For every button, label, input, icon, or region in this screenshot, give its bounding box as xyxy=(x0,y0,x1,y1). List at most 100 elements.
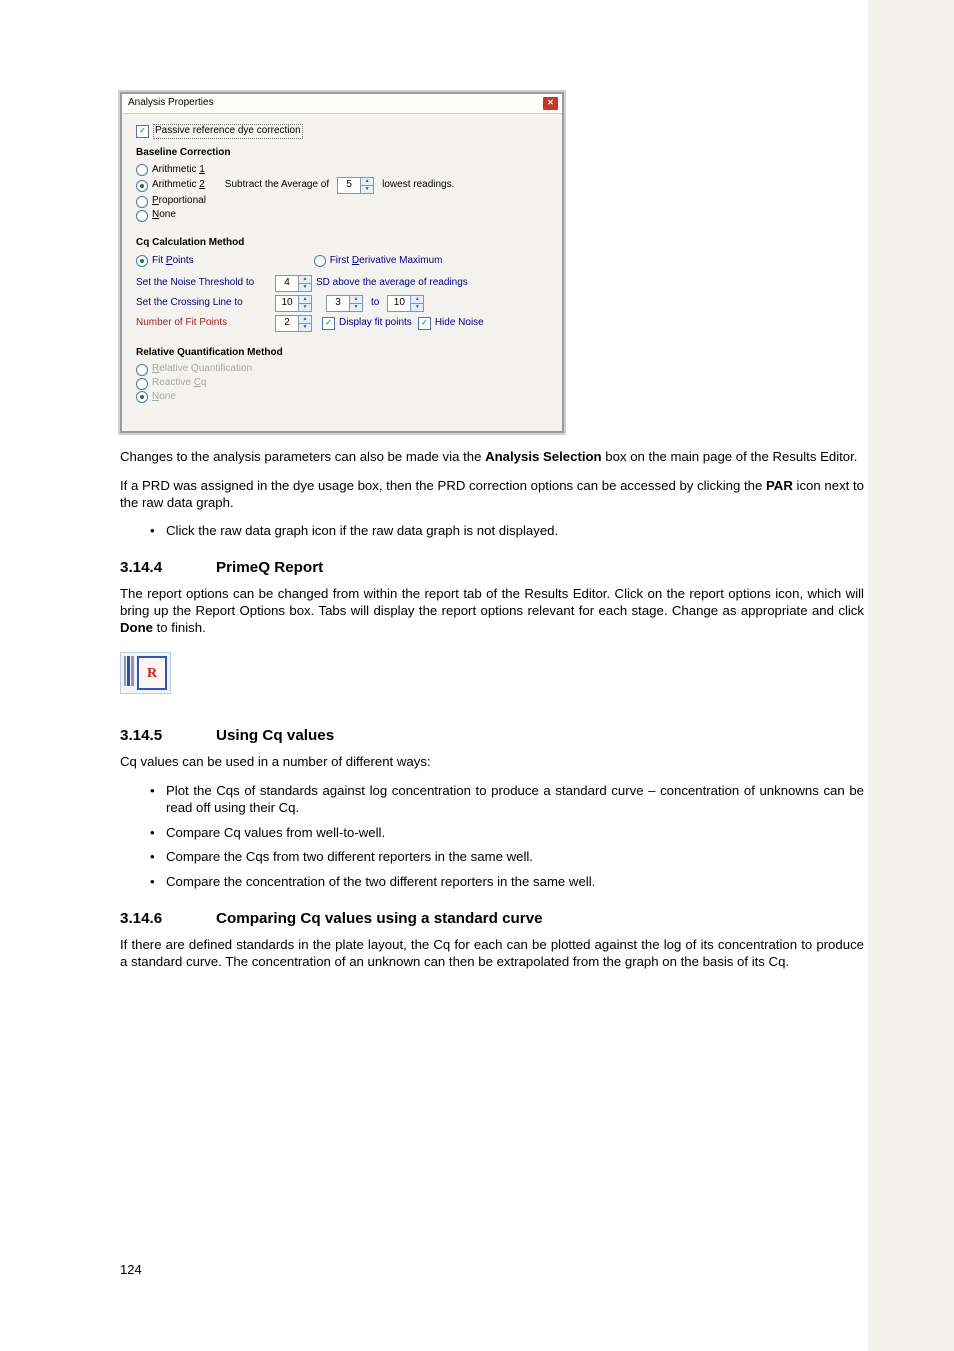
spin-buttons[interactable]: ▲▼ xyxy=(361,178,373,193)
option-label: First Derivative Maximum xyxy=(330,255,443,268)
cross-to-spin[interactable]: 10 ▲▼ xyxy=(387,295,424,312)
rq-opt-none: None xyxy=(136,391,550,404)
opt-post: roportional xyxy=(159,195,206,206)
option-label: Fit Points xyxy=(152,255,194,268)
fit-points-row: Number of Fit Points 2 ▲▼ Display fit po… xyxy=(136,315,550,332)
cq-opt-fit[interactable]: Fit Points xyxy=(136,255,194,268)
chevron-up-icon[interactable]: ▲ xyxy=(299,276,311,284)
radio-icon[interactable] xyxy=(136,210,148,222)
option-label: Arithmetic 2 xyxy=(152,179,205,192)
report-icon: R xyxy=(120,652,171,694)
radio-icon[interactable] xyxy=(136,196,148,208)
display-fit-label: Display fit points xyxy=(339,317,412,330)
fitpts-spin[interactable]: 2 ▲▼ xyxy=(275,315,312,332)
baseline-heading: Baseline Correction xyxy=(136,147,550,160)
radio-icon[interactable] xyxy=(136,255,148,267)
icon-stripe xyxy=(124,656,126,686)
dialog-title: Analysis Properties xyxy=(128,97,214,110)
opt-u: 1 xyxy=(199,164,205,175)
baseline-opt-arith2[interactable]: Arithmetic 2 Subtract the Average of 5 ▲… xyxy=(136,177,550,194)
option-label: Reactive Cq xyxy=(152,377,206,390)
chevron-down-icon[interactable]: ▼ xyxy=(350,304,362,311)
spin-buttons[interactable]: ▲▼ xyxy=(299,296,311,311)
chevron-down-icon[interactable]: ▼ xyxy=(361,186,373,193)
option-label: None xyxy=(152,209,176,222)
heading-text: PrimeQ Report xyxy=(216,559,323,576)
radio-icon[interactable] xyxy=(136,164,148,176)
option-label: Proportional xyxy=(152,195,206,208)
text: box on the main page of the Results Edit… xyxy=(602,449,858,464)
opt-pre: First xyxy=(330,255,352,266)
spin-value: 4 xyxy=(276,276,299,291)
spin-value: 2 xyxy=(276,316,299,331)
para-analysis-selection: Changes to the analysis parameters can a… xyxy=(120,449,864,466)
heading-3-14-4: 3.14.4PrimeQ Report xyxy=(120,558,864,577)
spin-buttons[interactable]: ▲▼ xyxy=(299,316,311,331)
spin-value: 10 xyxy=(276,296,299,311)
spin-value: 10 xyxy=(388,296,411,311)
bold: Done xyxy=(120,620,153,635)
opt-post: elative Quantification xyxy=(159,363,252,374)
cq-opt-fdm[interactable]: First Derivative Maximum xyxy=(314,255,443,268)
cross-spin[interactable]: 10 ▲▼ xyxy=(275,295,312,312)
bullet-compare-reporters: Compare the Cqs from two different repor… xyxy=(120,849,864,866)
radio-icon xyxy=(136,378,148,390)
chevron-down-icon[interactable]: ▼ xyxy=(411,304,423,311)
radio-icon[interactable] xyxy=(136,180,148,192)
baseline-opt-prop[interactable]: Proportional xyxy=(136,195,550,208)
radio-icon[interactable] xyxy=(314,255,326,267)
text: to finish. xyxy=(153,620,206,635)
noise-threshold-row: Set the Noise Threshold to 4 ▲▼ SD above… xyxy=(136,275,550,292)
para-prd: If a PRD was assigned in the dye usage b… xyxy=(120,478,864,512)
radio-icon xyxy=(136,391,148,403)
close-icon[interactable]: ✕ xyxy=(543,97,558,110)
chevron-up-icon[interactable]: ▲ xyxy=(299,296,311,304)
option-label: Relative Quantification xyxy=(152,363,252,376)
text: The report options can be changed from w… xyxy=(120,586,864,618)
bullet-plot-cqs: Plot the Cqs of standards against log co… xyxy=(120,783,864,817)
chevron-up-icon[interactable]: ▲ xyxy=(411,296,423,304)
checkbox-icon[interactable] xyxy=(136,125,149,138)
cross-label: Set the Crossing Line to xyxy=(136,297,271,310)
subtract-spin[interactable]: 5 ▲▼ xyxy=(337,177,374,194)
spin-buttons[interactable]: ▲▼ xyxy=(411,296,423,311)
noise-label: Set the Noise Threshold to xyxy=(136,277,271,290)
heading-text: Comparing Cq values using a standard cur… xyxy=(216,910,543,927)
bullet-raw-data: Click the raw data graph icon if the raw… xyxy=(120,523,864,540)
dialog-body: Passive reference dye correction Baselin… xyxy=(122,114,562,431)
heading-text: Using Cq values xyxy=(216,727,334,744)
spin-buttons[interactable]: ▲▼ xyxy=(299,276,311,291)
noise-spin[interactable]: 4 ▲▼ xyxy=(275,275,312,292)
cq-heading: Cq Calculation Method xyxy=(136,237,550,250)
baseline-opt-none[interactable]: None xyxy=(136,209,550,222)
icon-letter: R xyxy=(137,656,167,690)
dialog-titlebar: Analysis Properties ✕ xyxy=(122,94,562,114)
heading-num: 3.14.6 xyxy=(120,909,216,928)
text: If a PRD was assigned in the dye usage b… xyxy=(120,478,766,493)
rq-opt-rel: Relative Quantification xyxy=(136,363,550,376)
chevron-down-icon[interactable]: ▼ xyxy=(299,304,311,311)
chevron-down-icon[interactable]: ▼ xyxy=(299,284,311,291)
text: Changes to the analysis parameters can a… xyxy=(120,449,485,464)
display-fit-checkbox[interactable] xyxy=(322,317,335,330)
rq-opt-rcq: Reactive Cq xyxy=(136,377,550,390)
rq-heading: Relative Quantification Method xyxy=(136,347,550,360)
bullet-compare-well: Compare Cq values from well-to-well. xyxy=(120,825,864,842)
para-standard-curve: If there are defined standards in the pl… xyxy=(120,937,864,971)
chevron-up-icon[interactable]: ▲ xyxy=(350,296,362,304)
chevron-up-icon[interactable]: ▲ xyxy=(361,178,373,186)
opt-post: one xyxy=(159,391,176,402)
hide-noise-checkbox[interactable] xyxy=(418,317,431,330)
spin-value: 3 xyxy=(327,296,350,311)
opt-post: erivative Maximum xyxy=(359,255,442,266)
passive-ref-checkbox-row[interactable]: Passive reference dye correction xyxy=(136,124,550,139)
opt-u: 2 xyxy=(199,179,205,190)
chevron-down-icon[interactable]: ▼ xyxy=(299,324,311,331)
cross-from-spin[interactable]: 3 ▲▼ xyxy=(326,295,363,312)
chevron-up-icon[interactable]: ▲ xyxy=(299,316,311,324)
opt-pre: Reactive xyxy=(152,377,194,388)
bold: Analysis Selection xyxy=(485,449,602,464)
baseline-opt-arith1[interactable]: Arithmetic 1 xyxy=(136,164,550,177)
spin-buttons[interactable]: ▲▼ xyxy=(350,296,362,311)
page-number: 124 xyxy=(120,1262,142,1279)
